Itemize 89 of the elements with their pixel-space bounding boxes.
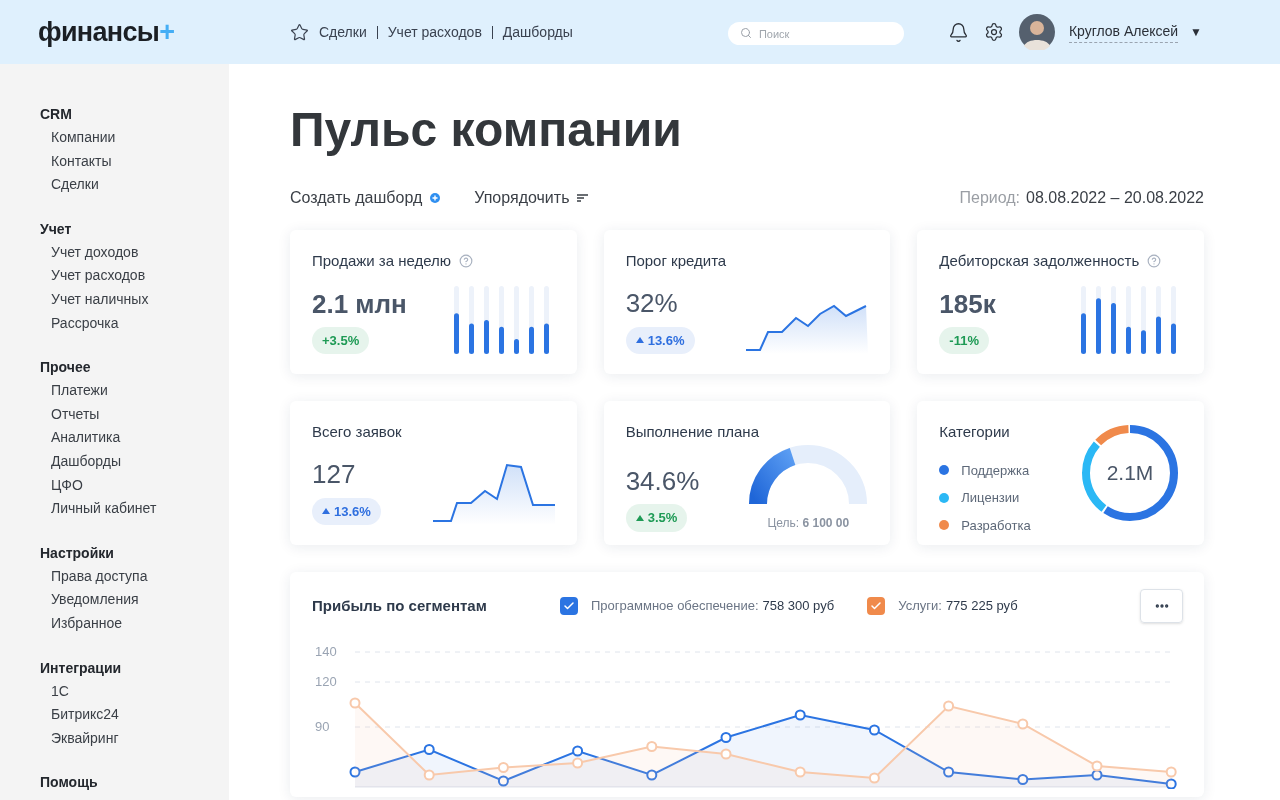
nav-link[interactable]: Учет расходов <box>387 21 482 43</box>
point <box>943 766 955 778</box>
point <box>497 775 509 787</box>
point <box>349 697 361 709</box>
sidebar-item[interactable]: Платежи <box>40 379 229 403</box>
chart-title: Прибыль по сегментам <box>312 595 488 616</box>
point <box>1165 778 1177 789</box>
sidebar-item[interactable]: Битрикс24 <box>40 703 229 727</box>
card-title: Продажи за неделю <box>312 251 452 271</box>
point <box>720 748 732 760</box>
sort-button[interactable]: Упорядочить <box>474 186 589 210</box>
card-title: Порог кредита <box>625 251 727 271</box>
point <box>423 769 435 781</box>
sidebar-heading: Интеграции <box>40 658 123 678</box>
period-label: Период: <box>959 188 1021 208</box>
legend-label: Услуги: <box>898 597 942 616</box>
y-tick-label: 120 <box>315 674 337 689</box>
legend-value: 775 225 руб <box>945 597 1018 616</box>
nav-link[interactable]: Сделки <box>319 21 367 43</box>
create-dashboard-button[interactable]: Создать дашборд <box>290 186 441 210</box>
card-title: Всего заявок <box>312 422 402 442</box>
sidebar-item[interactable]: Аналитика <box>40 426 229 450</box>
sidebar-heading: Настройки <box>40 543 115 563</box>
point <box>497 762 509 773</box>
point <box>349 766 361 778</box>
legend-label: Лицензии <box>961 489 1020 507</box>
sidebar-heading: Учет <box>40 219 73 239</box>
sidebar-item[interactable]: Контакты <box>40 149 229 174</box>
point <box>1017 718 1029 730</box>
sidebar-item[interactable]: Сделки <box>40 173 229 197</box>
card-title: Категории <box>939 422 1010 442</box>
trend-badge: +3.5% <box>312 326 370 354</box>
sidebar-item[interactable]: Дашборды <box>40 449 229 474</box>
trend-badge: 13.6% <box>625 326 695 354</box>
nav-link[interactable]: Дашборды <box>502 21 573 43</box>
sidebar-heading: Прочее <box>40 358 92 378</box>
trend-badge: -11% <box>939 326 989 354</box>
point <box>1091 760 1103 772</box>
card-title: Выполнение плана <box>625 422 759 442</box>
sidebar-item[interactable]: Учет наличных <box>40 287 229 312</box>
period-dates: 08.08.2022 – 20.08.2022 <box>1026 188 1204 208</box>
point <box>943 700 955 712</box>
y-tick-label: 90 <box>315 719 330 734</box>
point <box>868 724 880 736</box>
stat-value: 185к <box>939 288 996 319</box>
sidebar-heading: Помощь <box>40 773 99 793</box>
point <box>794 766 806 778</box>
sidebar-item[interactable]: Учет расходов <box>40 264 229 288</box>
goal-text: Цель: 6 100 00 <box>767 514 850 532</box>
point <box>572 745 584 757</box>
point <box>572 757 584 769</box>
sidebar-item[interactable]: Избранное <box>40 611 229 636</box>
point <box>1165 766 1177 778</box>
sidebar-heading: CRM <box>40 105 73 124</box>
card-title: Дебиторская задолженность <box>939 251 1140 271</box>
legend-label: Разработка <box>961 516 1031 535</box>
sidebar-item[interactable]: Эквайринг <box>40 726 229 751</box>
stat-value: 32% <box>625 288 679 319</box>
stat-value: 2.1 млн <box>312 288 407 319</box>
sidebar-item[interactable]: ЦФО <box>40 473 229 498</box>
search-field[interactable]: Поиск <box>727 22 904 45</box>
point <box>794 709 806 721</box>
sidebar-item[interactable]: Личный кабинет <box>40 497 229 521</box>
point <box>1017 774 1029 785</box>
logo[interactable]: финансы+ <box>38 11 290 53</box>
trend-badge: 3.5% <box>625 504 688 532</box>
sidebar-item[interactable]: Компании <box>40 126 229 150</box>
y-tick-label: 140 <box>315 644 337 659</box>
legend-label: Программное обеспечение: <box>591 597 759 616</box>
sidebar-item[interactable]: Учет доходов <box>40 240 229 265</box>
point <box>720 732 732 743</box>
page-title: Пульс компании <box>290 102 683 158</box>
dropdown-caret[interactable]: ▼ <box>1190 23 1202 41</box>
sidebar-item[interactable]: Отчеты <box>40 402 229 427</box>
stat-value: 127 <box>312 459 357 490</box>
sidebar-item[interactable]: Уведомления <box>40 588 229 612</box>
stat-value: 34.6% <box>625 465 700 496</box>
point <box>868 772 880 784</box>
legend-label: Поддержка <box>961 461 1030 480</box>
donut-total: 2.1M <box>1106 461 1154 485</box>
point <box>646 741 658 752</box>
trend-badge: 13.6% <box>312 497 381 525</box>
point <box>646 769 658 781</box>
point <box>423 744 435 755</box>
sidebar-item[interactable]: Рассрочка <box>40 311 229 336</box>
sidebar-item[interactable]: 1С <box>40 679 229 704</box>
user-name[interactable]: Круглов Алексей <box>1068 21 1179 43</box>
legend-value: 758 300 руб <box>762 597 835 616</box>
sidebar-item[interactable]: Права доступа <box>40 564 229 589</box>
